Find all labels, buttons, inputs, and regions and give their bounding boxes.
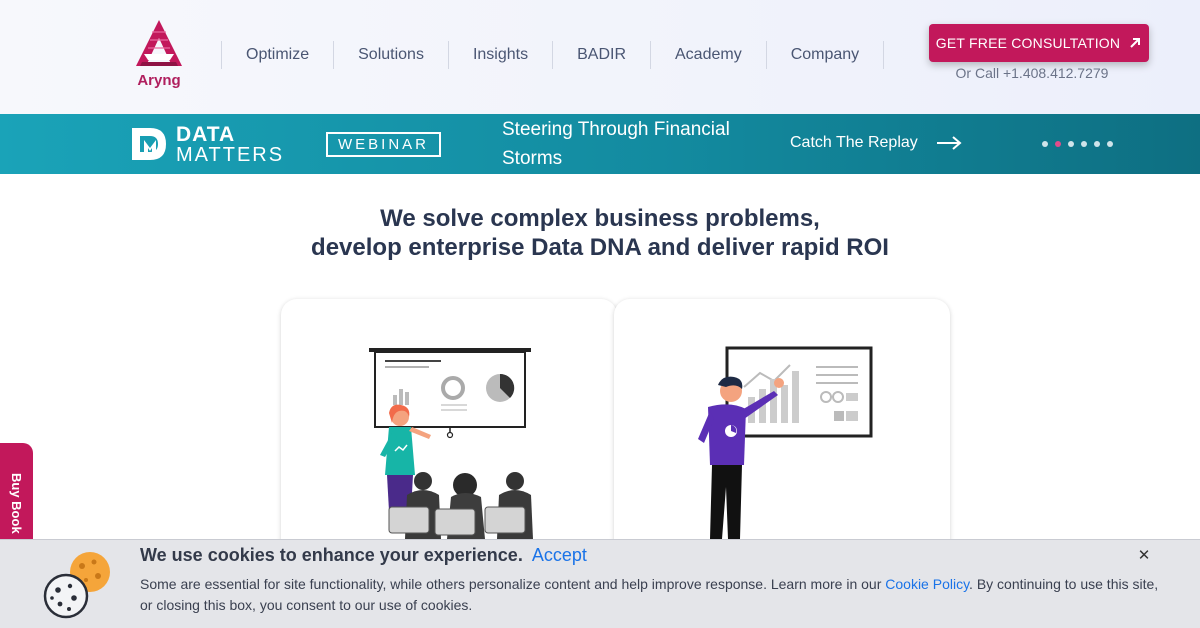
slide-dot[interactable] xyxy=(1042,141,1048,147)
slide-indicators xyxy=(1042,141,1120,147)
nav-item-academy[interactable]: Academy xyxy=(650,41,766,69)
slide-dot[interactable] xyxy=(1107,141,1113,147)
free-consultation-label: GET FREE CONSULTATION xyxy=(935,35,1121,51)
data-matters-logo: DATA MATTERS xyxy=(130,122,285,166)
webinar-banner[interactable]: DATA MATTERS WEBINAR Steering Through Fi… xyxy=(0,114,1200,174)
data-matters-word-1: DATA xyxy=(176,122,236,146)
slide-dot[interactable] xyxy=(1081,141,1087,147)
cookie-text-before: Some are essential for site functionalit… xyxy=(140,576,886,592)
webinar-title: Steering Through Financial Storms xyxy=(502,119,730,169)
cookie-title-text: We use cookies to enhance your experienc… xyxy=(140,545,523,565)
nav-item-badir[interactable]: BADIR xyxy=(552,41,650,69)
arrow-right-icon xyxy=(936,136,962,150)
catch-replay-link[interactable]: Catch The Replay xyxy=(790,134,962,152)
webinar-badge: WEBINAR xyxy=(326,132,441,157)
aryng-logo[interactable]: Aryng xyxy=(130,18,188,94)
cookie-icon xyxy=(43,552,110,619)
data-matters-mark-icon xyxy=(132,128,166,160)
call-phone-text[interactable]: Or Call +1.408.412.7279 xyxy=(929,65,1135,81)
page-headline: We solve complex business problems, deve… xyxy=(0,204,1200,262)
cookie-policy-link[interactable]: Cookie Policy xyxy=(885,576,969,592)
cookie-title: We use cookies to enhance your experienc… xyxy=(140,545,587,566)
cookie-description: Some are essential for site functionalit… xyxy=(140,574,1160,616)
close-icon[interactable]: ✕ xyxy=(1135,547,1153,565)
site-header: Aryng Optimize Solutions Insights BADIR … xyxy=(0,0,1200,114)
headline-line-2: develop enterprise Data DNA and deliver … xyxy=(311,234,889,261)
slide-dot-active[interactable] xyxy=(1055,141,1061,147)
presentation-illustration-icon xyxy=(369,348,533,539)
main-nav: Optimize Solutions Insights BADIR Academ… xyxy=(221,41,885,69)
cookie-accept-link[interactable]: Accept xyxy=(532,545,587,565)
catch-replay-label: Catch The Replay xyxy=(790,134,918,151)
nav-item-solutions[interactable]: Solutions xyxy=(333,41,448,69)
service-card-presentation[interactable] xyxy=(281,299,617,559)
slide-dot[interactable] xyxy=(1068,141,1074,147)
analytics-illustration-icon xyxy=(698,346,873,539)
nav-item-optimize[interactable]: Optimize xyxy=(221,41,333,69)
slide-dot[interactable] xyxy=(1094,141,1100,147)
cookie-consent-bar: We use cookies to enhance your experienc… xyxy=(0,539,1200,628)
aryng-logo-mark-icon xyxy=(136,20,182,66)
free-consultation-button[interactable]: GET FREE CONSULTATION xyxy=(929,24,1149,62)
buy-book-label: Buy Book xyxy=(9,473,24,534)
logo-wordmark: Aryng xyxy=(137,72,181,89)
arrow-up-right-icon xyxy=(1130,38,1141,48)
nav-item-company[interactable]: Company xyxy=(765,41,885,69)
nav-item-insights[interactable]: Insights xyxy=(447,41,552,69)
data-matters-word-2: MATTERS xyxy=(176,143,285,166)
headline-line-1: We solve complex business problems, xyxy=(380,205,820,232)
service-card-analytics[interactable] xyxy=(614,299,950,559)
